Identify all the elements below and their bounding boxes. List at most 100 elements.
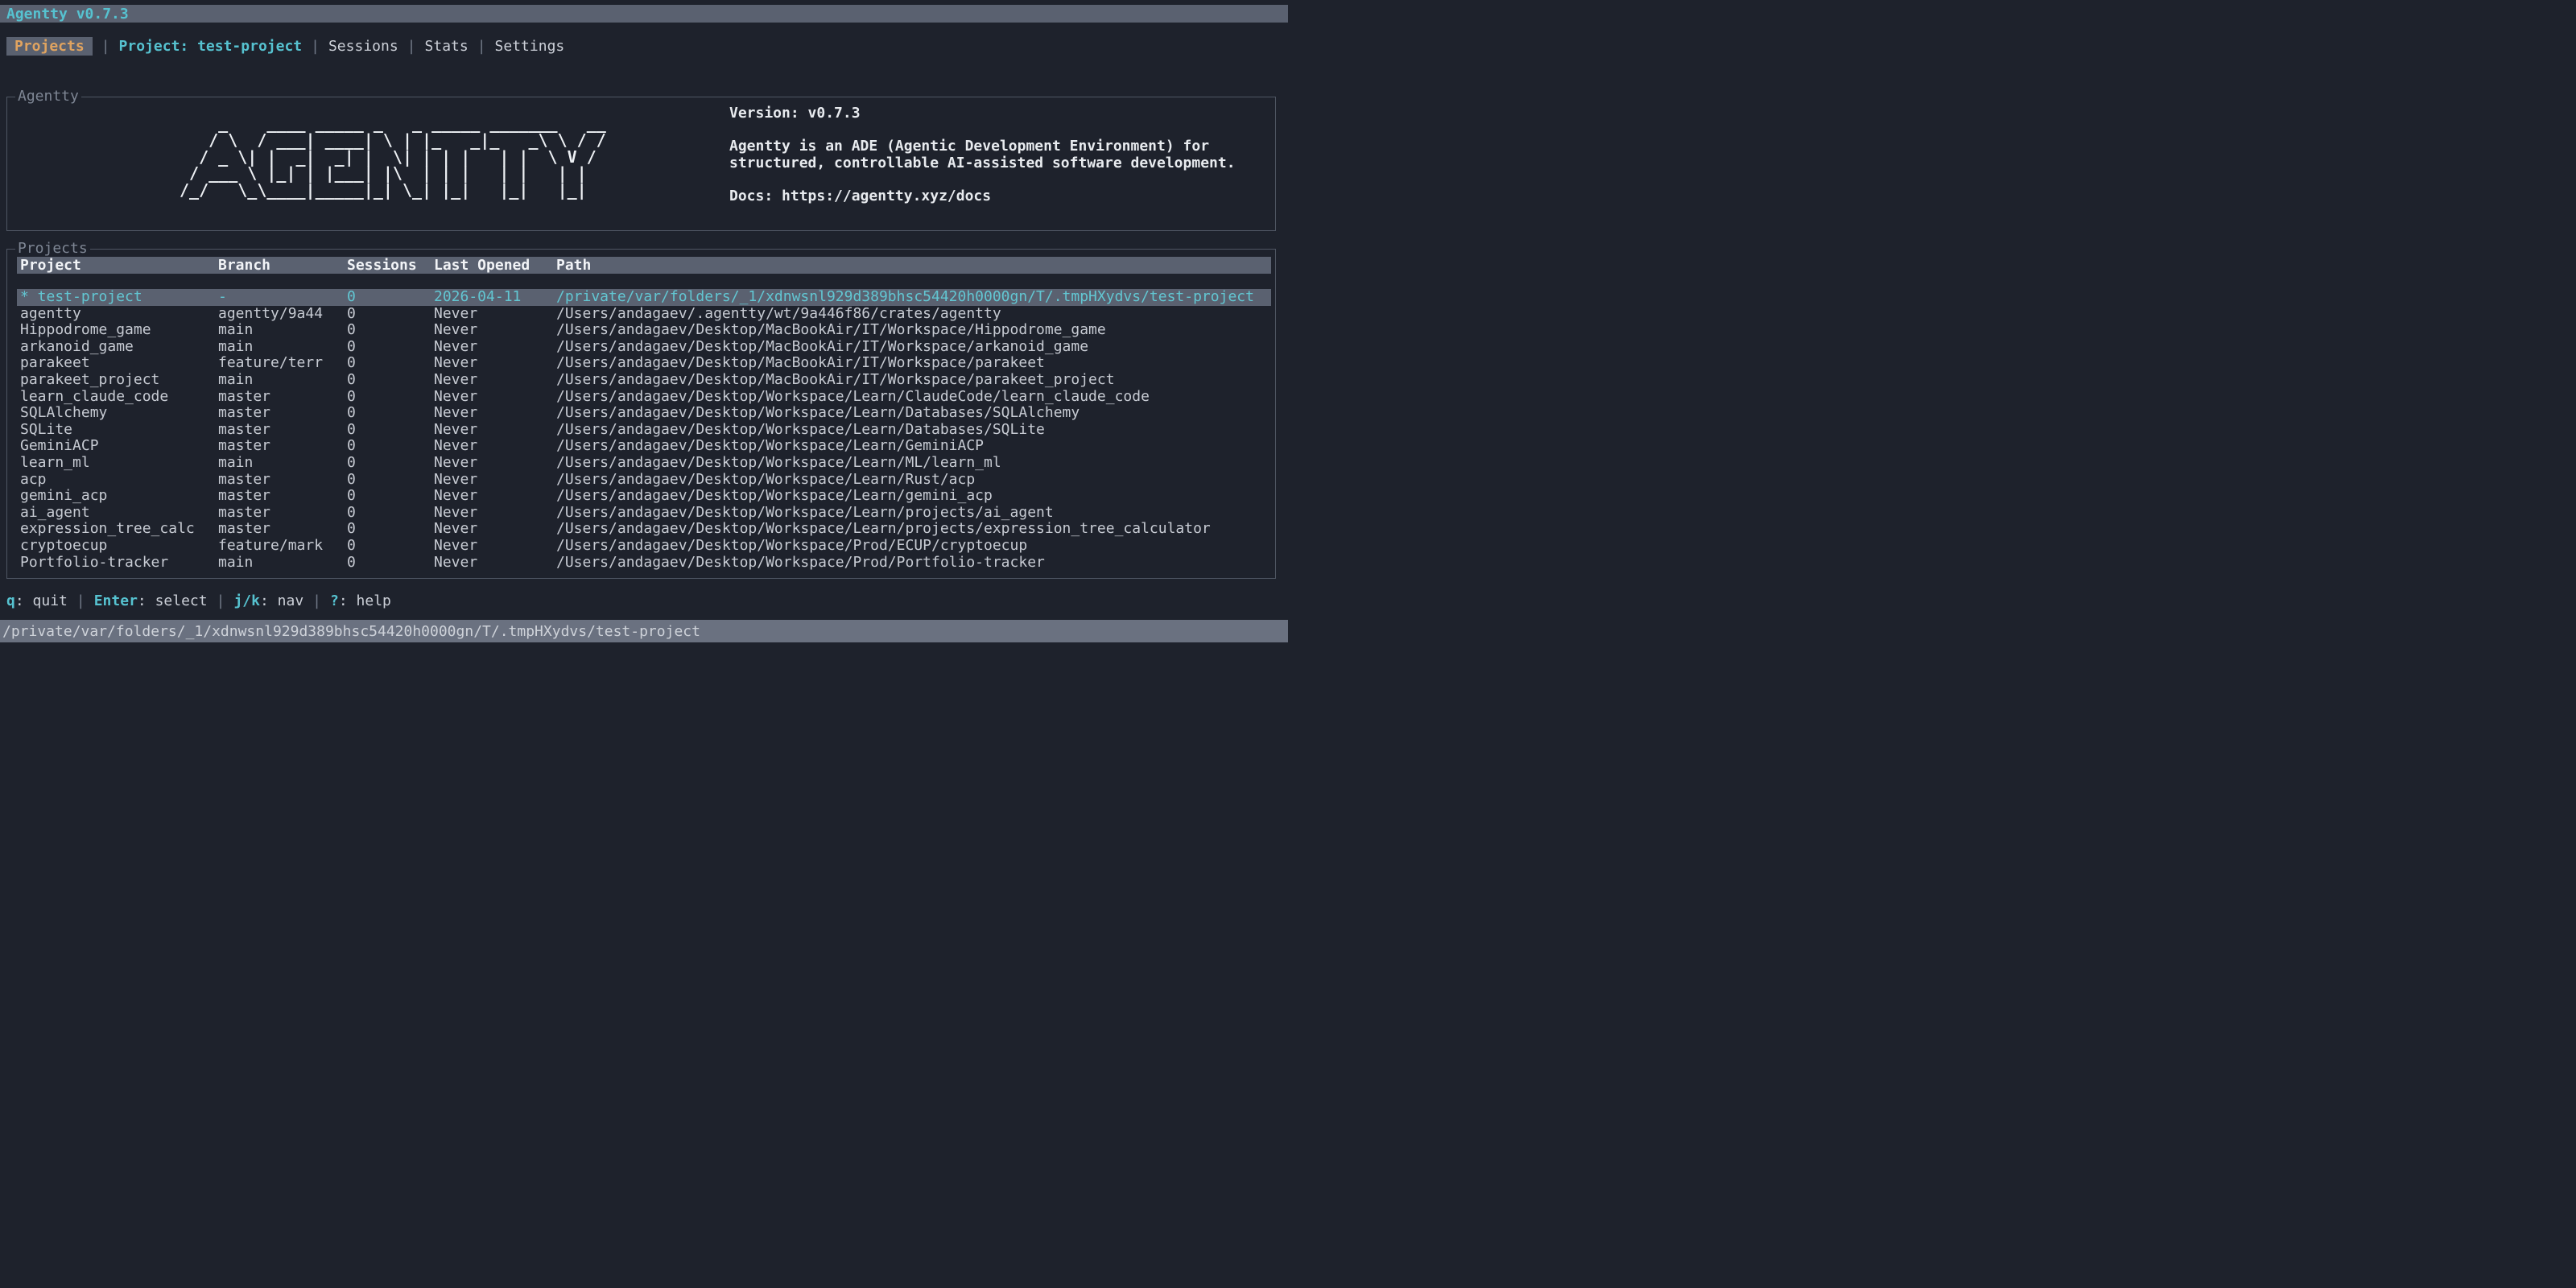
tab-settings[interactable]: Settings — [495, 37, 565, 56]
status-bar: /private/var/folders/_1/xdnwsnl929d389bh… — [0, 620, 1288, 642]
column-header-last-opened: Last Opened — [434, 257, 530, 274]
nav-separator: | — [398, 38, 425, 55]
cell-branch: - — [218, 289, 227, 306]
hint-key: j/k — [233, 592, 260, 609]
hero-box-label: Agentty — [15, 88, 81, 105]
table-row[interactable]: agenttyagentty/9a440Never/Users/andagaev… — [17, 306, 1271, 323]
app-title-bar: Agentty v0.7.3 — [0, 5, 1288, 23]
cell-sessions: 0 — [347, 472, 356, 489]
cell-project: GeminiACP — [20, 438, 99, 455]
nav-separator: | — [469, 38, 495, 55]
table-row[interactable]: parakeet_projectmain0Never/Users/andagae… — [17, 372, 1271, 389]
hint-key: q — [6, 592, 15, 609]
table-row[interactable]: acp master 0 Never/Users/andagaev/Desktop/W… — [17, 472, 1271, 489]
table-row-selected[interactable]: * test-project-02026-04-11/private/var/f… — [17, 289, 1271, 306]
cell-project: arkanoid_game — [20, 339, 134, 356]
cell-project: SQLAlchemy — [20, 405, 107, 422]
cell-path: /private/var/folders/_1/xdnwsnl929d389bh… — [556, 289, 1254, 306]
column-header-path: Path — [556, 257, 591, 274]
cell-sessions: 0 — [347, 322, 356, 339]
table-row[interactable]: SQLitemaster0Never/Users/andagaev/Deskto… — [17, 422, 1271, 439]
cell-path: /Users/andagaev/Desktop/Workspace/Learn/… — [556, 472, 975, 489]
cell-sessions: 0 — [347, 455, 356, 472]
table-row[interactable]: parakeetfeature/terr0Never/Users/andagae… — [17, 355, 1271, 372]
cell-last-opened: Never — [434, 521, 477, 538]
cell-project: Hippodrome_game — [20, 322, 151, 339]
cell-path: /Users/andagaev/.agentty/wt/9a446f86/cra… — [556, 306, 1001, 323]
table-row[interactable]: gemini_acpmaster0Never/Users/andagaev/De… — [17, 488, 1271, 505]
footer-separator: | — [68, 592, 94, 609]
cell-path: /Users/andagaev/Desktop/Workspace/Prod/P… — [556, 555, 1045, 572]
footer-separator: | — [303, 592, 330, 609]
cell-project: learn_ml — [20, 455, 90, 472]
table-row[interactable]: cryptoecupfeature/mark0Never/Users/andag… — [17, 538, 1271, 555]
footer-separator: | — [208, 592, 234, 609]
cell-project: acp — [20, 472, 47, 489]
cell-sessions: 0 — [347, 422, 356, 439]
cell-last-opened: Never — [434, 322, 477, 339]
cell-sessions: 0 — [347, 306, 356, 323]
table-row[interactable]: GeminiACPmaster0Never/Users/andagaev/Des… — [17, 438, 1271, 455]
table-row[interactable]: learn_claude_codemaster0Never/Users/anda… — [17, 389, 1271, 406]
cell-last-opened: Never — [434, 405, 477, 422]
cell-project: Portfolio-tracker — [20, 555, 168, 572]
hint-label: : select — [138, 592, 208, 609]
version-info-text: Version: v0.7.3 Agentty is an ADE (Agent… — [729, 105, 1236, 205]
agentty-ascii-logo: _ ____ _____ _ _ _____ _______ __ / \ / … — [180, 115, 606, 199]
projects-box-label: Projects — [15, 240, 90, 257]
table-row[interactable]: expression_tree_calcmaster0Never/Users/a… — [17, 521, 1271, 538]
cell-path: /Users/andagaev/Desktop/MacBookAir/IT/Wo… — [556, 355, 1045, 372]
cell-sessions: 0 — [347, 505, 356, 522]
cell-path: /Users/andagaev/Desktop/MacBookAir/IT/Wo… — [556, 322, 1106, 339]
hint-key: ? — [330, 592, 339, 609]
cell-branch: main — [218, 455, 253, 472]
cell-last-opened: Never — [434, 389, 477, 406]
cell-path: /Users/andagaev/Desktop/Workspace/Learn/… — [556, 488, 993, 505]
cell-sessions: 0 — [347, 438, 356, 455]
cell-branch: master — [218, 438, 270, 455]
cell-project: parakeet — [20, 355, 90, 372]
cell-branch: agentty/9a44 — [218, 306, 323, 323]
tab-projects[interactable]: Projects — [6, 37, 93, 56]
cell-sessions: 0 — [347, 339, 356, 356]
cell-sessions: 0 — [347, 355, 356, 372]
cell-path: /Users/andagaev/Desktop/MacBookAir/IT/Wo… — [556, 339, 1088, 356]
cell-last-opened: Never — [434, 355, 477, 372]
cell-branch: master — [218, 521, 270, 538]
nav-separator: | — [93, 38, 119, 55]
table-row[interactable]: ai_agentmaster0Never/Users/andagaev/Desk… — [17, 505, 1271, 522]
cell-branch: main — [218, 372, 253, 389]
cell-branch: master — [218, 505, 270, 522]
hint-key: Enter — [94, 592, 138, 609]
cell-branch: master — [218, 389, 270, 406]
tab-project-test-project[interactable]: Project: test-project — [119, 37, 303, 56]
cell-sessions: 0 — [347, 405, 356, 422]
cell-branch: main — [218, 339, 253, 356]
table-row[interactable]: SQLAlchemy master 0 Never/Users/andagaev/De… — [17, 405, 1271, 422]
cell-path: /Users/andagaev/Desktop/Workspace/Prod/E… — [556, 538, 1027, 555]
cell-sessions: 0 — [347, 538, 356, 555]
cell-project: SQLite — [20, 422, 72, 439]
cell-last-opened: Never — [434, 472, 477, 489]
cell-project: parakeet_project — [20, 372, 159, 389]
table-row[interactable]: learn_mlmain0Never/Users/andagaev/Deskto… — [17, 455, 1271, 472]
keybinding-footer: q: quit|Enter: select|j/k: nav|?: help — [6, 592, 391, 609]
cell-project: ai_agent — [20, 505, 90, 522]
table-row[interactable]: Portfolio-trackermain0Never/Users/andaga… — [17, 555, 1271, 572]
projects-box: Projects Project Branch Sessions Last Op… — [6, 249, 1276, 579]
app-title: Agentty v0.7.3 — [0, 6, 129, 23]
cell-branch: feature/mark — [218, 538, 323, 555]
tab-sessions[interactable]: Sessions — [328, 37, 398, 56]
tab-stats[interactable]: Stats — [425, 37, 469, 56]
cell-path: /Users/andagaev/Desktop/Workspace/Learn/… — [556, 521, 1211, 538]
cell-last-opened: Never — [434, 438, 477, 455]
table-row[interactable]: Hippodrome_gamemain0Never/Users/andagaev… — [17, 322, 1271, 339]
cell-branch: master — [218, 405, 270, 422]
cell-path: /Users/andagaev/Desktop/Workspace/Learn/… — [556, 405, 1080, 422]
cell-last-opened: Never — [434, 505, 477, 522]
hint-label: : help — [339, 592, 391, 609]
table-row[interactable]: arkanoid_gamemain0Never/Users/andagaev/D… — [17, 339, 1271, 356]
cell-sessions: 0 — [347, 372, 356, 389]
cell-sessions: 0 — [347, 289, 356, 306]
cell-branch: master — [218, 472, 270, 489]
